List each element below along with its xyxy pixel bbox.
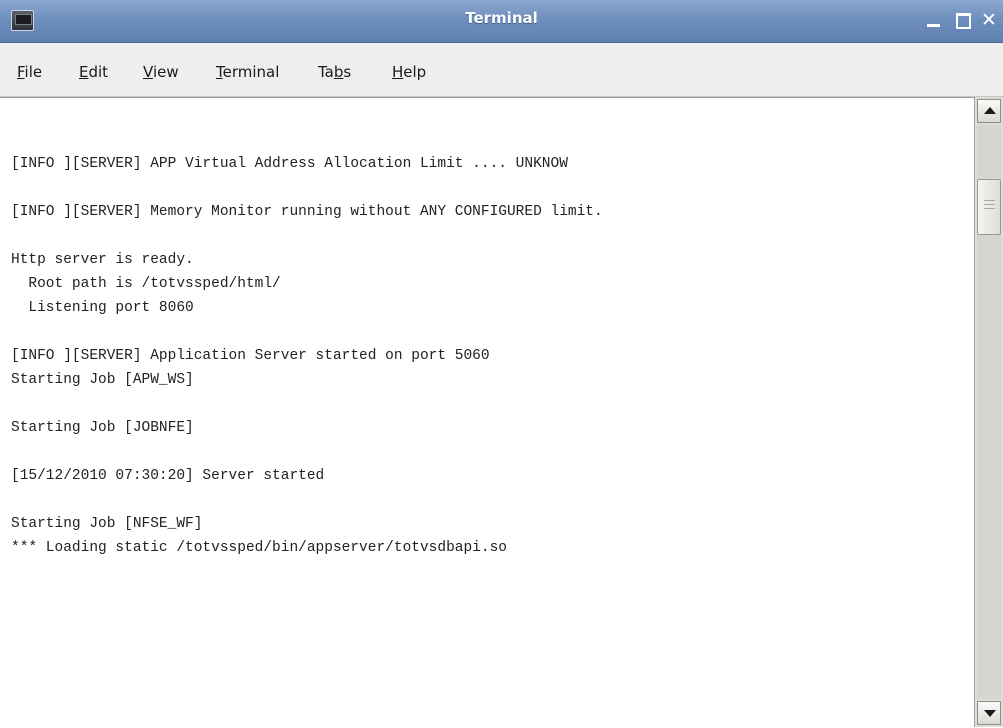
menu-label-post: elp <box>403 63 427 81</box>
terminal-line: [INFO ][SERVER] Memory Monitor running w… <box>11 204 603 220</box>
terminal-line: Http server is ready. <box>11 252 194 268</box>
terminal-line: Starting Job [APW_WS] <box>11 372 194 388</box>
menu-view[interactable]: View <box>143 63 179 81</box>
scroll-up-button[interactable] <box>977 99 1001 123</box>
arrow-down-icon <box>984 710 996 717</box>
terminal-line: Root path is /totvssped/html/ <box>11 276 281 292</box>
menu-label-pre: Ta <box>318 63 334 81</box>
menu-label-post: erminal <box>222 63 280 81</box>
terminal-line: *** Loading static /totvssped/bin/appser… <box>11 540 507 556</box>
maximize-icon <box>956 13 971 29</box>
menu-mnemonic: b <box>333 63 344 81</box>
menu-mnemonic: H <box>392 63 404 81</box>
menu-terminal[interactable]: Terminal <box>216 63 279 81</box>
menu-file[interactable]: File <box>17 63 42 81</box>
menu-label-post: ile <box>24 63 43 81</box>
grip-line <box>984 200 995 201</box>
grip-line <box>984 204 995 205</box>
terminal-line: Starting Job [NFSE_WF] <box>11 516 203 532</box>
scroll-down-button[interactable] <box>977 701 1001 725</box>
terminal-line: [15/12/2010 07:30:20] Server started <box>11 468 325 484</box>
maximize-button[interactable] <box>953 10 973 30</box>
terminal-line: [INFO ][SERVER] Application Server start… <box>11 348 490 364</box>
menu-edit[interactable]: Edit <box>79 63 108 81</box>
window-title: Terminal <box>465 9 538 27</box>
menu-help[interactable]: Help <box>392 63 426 81</box>
title-bar[interactable]: Terminal ✕ <box>0 0 1003 43</box>
menu-mnemonic: T <box>216 63 223 81</box>
close-button[interactable]: ✕ <box>979 10 999 30</box>
grip-line <box>984 208 995 209</box>
scrollbar-thumb[interactable] <box>977 179 1001 235</box>
menu-bar: File Edit View Terminal Tabs Help <box>0 43 1003 97</box>
terminal-line: Starting Job [JOBNFE] <box>11 420 194 436</box>
menu-tabs[interactable]: Tabs <box>318 63 351 81</box>
minimize-button[interactable] <box>924 10 944 30</box>
terminal-output[interactable]: [INFO ][SERVER] APP Virtual Address Allo… <box>0 97 974 728</box>
terminal-window: Terminal ✕ File Edit View Terminal Tabs … <box>0 0 1003 728</box>
menu-label-post: s <box>343 63 352 81</box>
terminal-line: Listening port 8060 <box>11 300 194 316</box>
close-icon: ✕ <box>981 9 997 31</box>
minimize-icon <box>927 24 940 27</box>
menu-label-post: dit <box>88 63 109 81</box>
vertical-scrollbar[interactable] <box>974 97 1003 727</box>
menu-label-post: iew <box>152 63 179 81</box>
arrow-up-icon <box>984 107 996 114</box>
menu-mnemonic: V <box>143 63 153 81</box>
terminal-line: [INFO ][SERVER] APP Virtual Address Allo… <box>11 156 568 172</box>
menu-mnemonic: F <box>17 63 25 81</box>
